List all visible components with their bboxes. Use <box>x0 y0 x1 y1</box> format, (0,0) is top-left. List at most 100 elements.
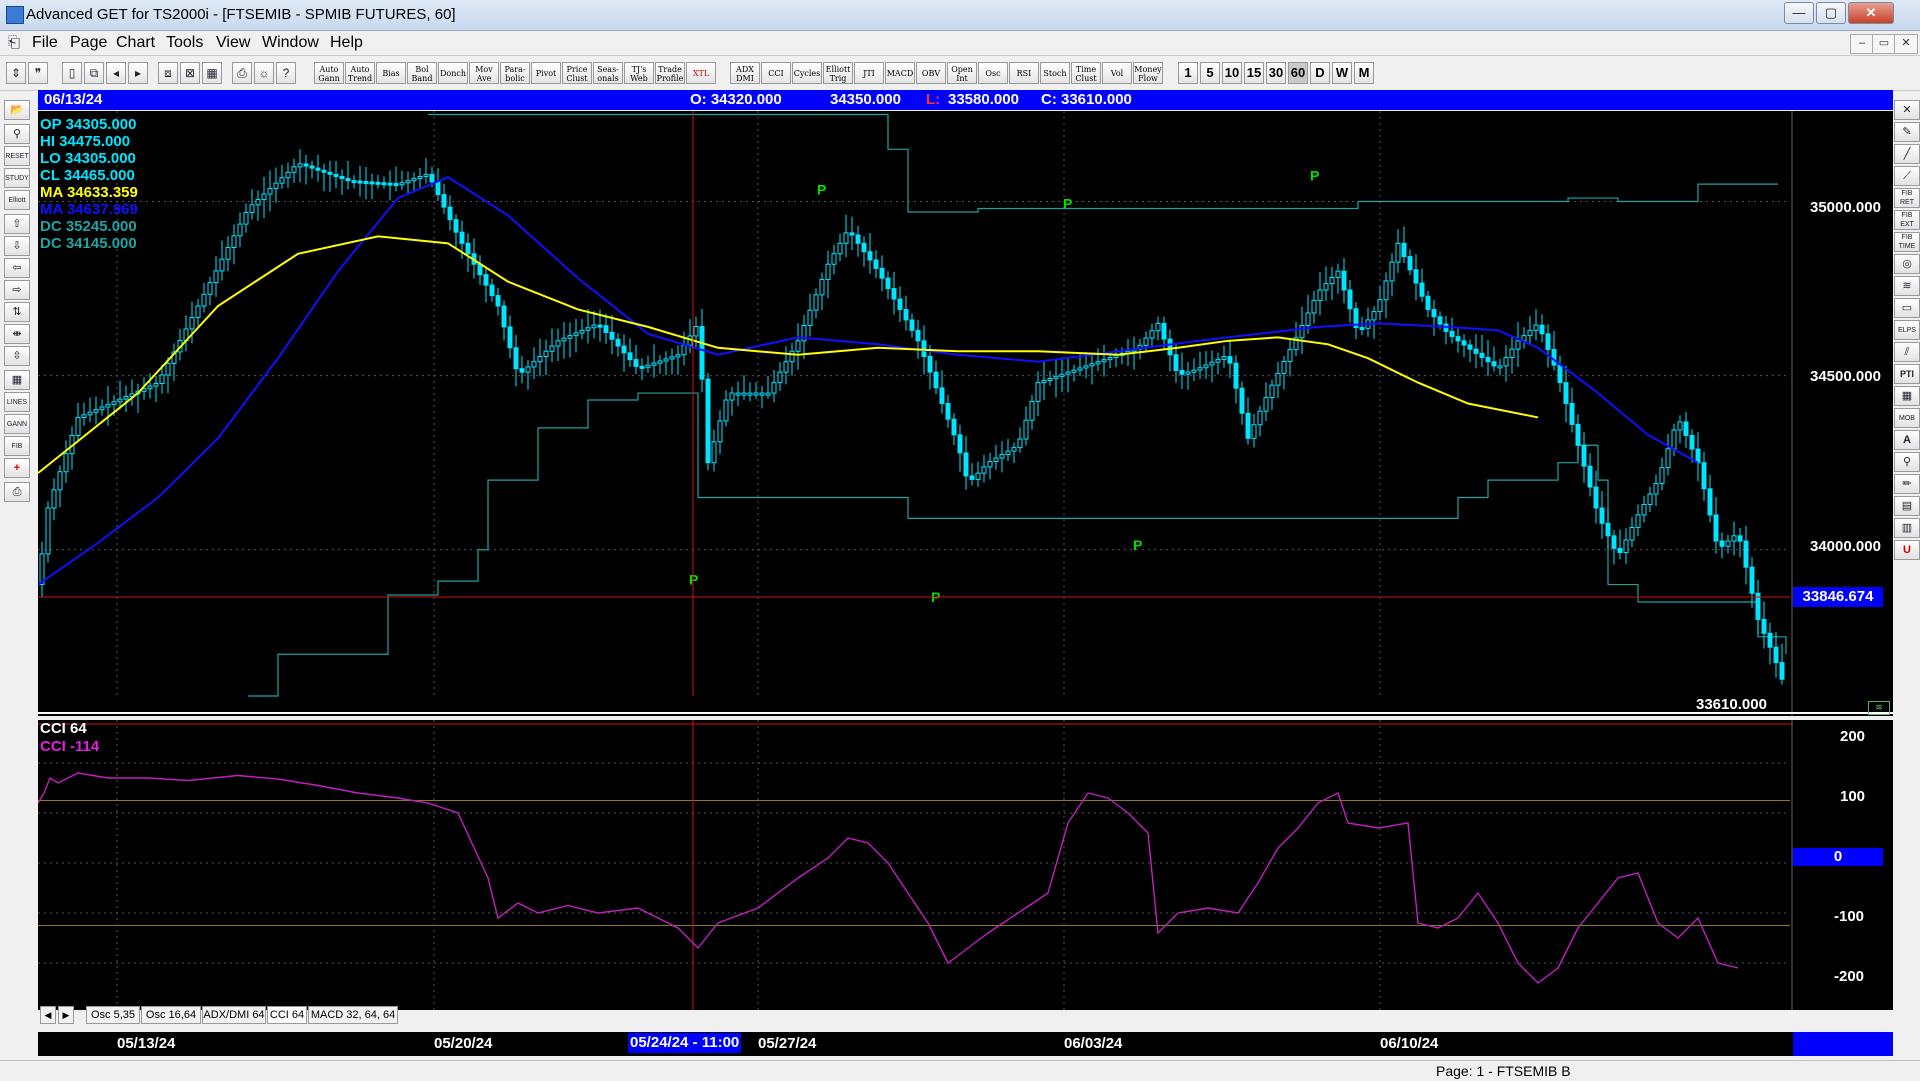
cci-pane[interactable]: CCI 64 CCI -114 200 100 0 -100 -200 <box>38 720 1893 1010</box>
mdi-restore-button[interactable]: ▭ <box>1872 34 1896 54</box>
toolbar-auto-trend[interactable]: Auto Trend <box>345 62 375 84</box>
toolbar-bol-band[interactable]: Bol Band <box>407 62 437 84</box>
fib-icon[interactable]: FIB <box>4 436 30 456</box>
back-icon[interactable]: ◂ <box>106 62 126 84</box>
study-icon[interactable]: STUDY <box>4 168 30 188</box>
expand-vertical-icon[interactable]: ⇅ <box>4 302 30 322</box>
down-arrow-icon[interactable]: ⇩ <box>4 236 30 256</box>
toolbar-auto-gann[interactable]: Auto Gann <box>314 62 344 84</box>
restore-button[interactable]: ▢ <box>1816 2 1846 24</box>
toolbar-osc[interactable]: Osc <box>978 62 1008 84</box>
reset-icon[interactable]: RESET <box>4 146 30 166</box>
mdi-close-button[interactable]: ✕ <box>1894 34 1918 54</box>
text-tool-icon[interactable]: A <box>1894 430 1920 450</box>
interval-m-button[interactable]: M <box>1354 62 1374 84</box>
menu-tools[interactable]: Tools <box>166 34 203 52</box>
toolbar-money-flow[interactable]: Money Flow <box>1133 62 1163 84</box>
pencil-icon[interactable]: ✏ <box>1894 474 1920 494</box>
forward-icon[interactable]: ▸ <box>128 62 148 84</box>
left-arrow-icon[interactable]: ⇦ <box>4 258 30 278</box>
help-icon[interactable]: ? <box>276 62 296 84</box>
channel-tool-icon[interactable]: ⫽ <box>1894 342 1920 362</box>
toolbar-price-clust[interactable]: Price Clust <box>562 62 592 84</box>
trend-tool-icon[interactable]: ⟋ <box>1894 166 1920 186</box>
toolbar-mov-ave[interactable]: Mov Ave <box>469 62 499 84</box>
pti-icon[interactable]: PTI <box>1894 364 1920 384</box>
ellipse-tool-icon[interactable]: ELPS <box>1894 320 1920 340</box>
box-tool-icon[interactable]: ▭ <box>1894 298 1920 318</box>
fib-extension-icon[interactable]: FIB EXT <box>1894 210 1920 230</box>
toolbar-vol[interactable]: Vol <box>1102 62 1132 84</box>
fib-time-icon[interactable]: FIB TIME <box>1894 232 1920 252</box>
bulb-icon[interactable]: ☼ <box>254 62 274 84</box>
toolbar-bias[interactable]: Bias <box>376 62 406 84</box>
toolbar-pivot[interactable]: Pivot <box>531 62 561 84</box>
lines-icon[interactable]: LINES <box>4 392 30 412</box>
fan-tool-icon[interactable]: ≋ <box>1894 276 1920 296</box>
toolbar-seasonals[interactable]: Seas-onals <box>593 62 623 84</box>
close-button[interactable]: ✕ <box>1848 2 1894 24</box>
interval-10-button[interactable]: 10 <box>1222 62 1242 84</box>
notes-icon[interactable]: ▥ <box>1894 518 1920 538</box>
minimize-button[interactable]: — <box>1784 2 1814 24</box>
print-icon[interactable]: ⎙ <box>232 62 252 84</box>
cursor-icon[interactable]: ⇕ <box>6 62 26 84</box>
cci-chart-canvas[interactable] <box>38 720 1893 1010</box>
toolbar-trade-profile[interactable]: Trade Profile <box>655 62 685 84</box>
up-arrow-icon[interactable]: ⇧ <box>4 214 30 234</box>
tab-scroll-left-icon[interactable]: ◀ <box>40 1006 56 1024</box>
price-chart-canvas[interactable]: PPPPPP <box>38 111 1893 716</box>
zoom-icon[interactable]: ⚲ <box>4 124 30 144</box>
toolbar-macd[interactable]: MACD <box>885 62 915 84</box>
interval-30-button[interactable]: 30 <box>1266 62 1286 84</box>
toolbar-xtl[interactable]: XTL <box>686 62 716 84</box>
tab-osc-16-64[interactable]: Osc 16,64 <box>141 1006 201 1024</box>
interval-d-button[interactable]: D <box>1310 62 1330 84</box>
toolbar-stoch[interactable]: Stoch <box>1040 62 1070 84</box>
menu-help[interactable]: Help <box>330 34 363 52</box>
grid-toggle-icon[interactable]: ▦ <box>4 370 30 390</box>
compress-icon[interactable]: ⇳ <box>4 346 30 366</box>
right-arrow-icon[interactable]: ⇨ <box>4 280 30 300</box>
menu-window[interactable]: Window <box>262 34 319 52</box>
expand-horizontal-icon[interactable]: ⇼ <box>4 324 30 344</box>
delete-icon[interactable]: ✕ <box>1894 100 1920 120</box>
line-tool-icon[interactable]: ╱ <box>1894 144 1920 164</box>
quote-icon[interactable]: ❞ <box>28 62 48 84</box>
cycle-tool-icon[interactable]: ◎ <box>1894 254 1920 274</box>
mdi-minimize-button[interactable]: – <box>1850 34 1874 54</box>
template-icon[interactable]: ▤ <box>1894 496 1920 516</box>
crosshair-icon[interactable]: + <box>4 458 30 478</box>
toolbar-time-clust[interactable]: Time Clust <box>1071 62 1101 84</box>
menu-file[interactable]: File <box>32 34 58 52</box>
tab-scroll-right-icon[interactable]: ▶ <box>58 1006 74 1024</box>
toolbar-rsi[interactable]: RSI <box>1009 62 1039 84</box>
toolbar-donch[interactable]: Donch <box>438 62 468 84</box>
toolbar-elliott-trig[interactable]: Elliott Trig <box>823 62 853 84</box>
gann-icon[interactable]: GANN <box>4 414 30 434</box>
toolbar-jti[interactable]: JTI <box>854 62 884 84</box>
toolbar-adx-dmi[interactable]: ADX DMI <box>730 62 760 84</box>
copy-icon[interactable]: ⧉ <box>84 62 104 84</box>
scale-icon[interactable]: ≋ <box>1868 701 1890 715</box>
menu-chart[interactable]: Chart <box>116 34 155 52</box>
undo-icon[interactable]: U <box>1894 540 1920 560</box>
toolbar-tjs-web[interactable]: TJ's Web <box>624 62 654 84</box>
mob-icon[interactable]: MOB <box>1894 408 1920 428</box>
tab-macd[interactable]: MACD 32, 64, 64 <box>308 1006 398 1024</box>
elliott-icon[interactable]: Elliott <box>4 190 30 210</box>
grid-tool-icon[interactable]: ▦ <box>1894 386 1920 406</box>
open-icon[interactable]: 📂 <box>4 100 30 120</box>
tab-osc-5-35[interactable]: Osc 5,35 <box>86 1006 140 1024</box>
tile-icon[interactable]: ▦ <box>202 62 222 84</box>
magnifier-icon[interactable]: ⚲ <box>1894 452 1920 472</box>
interval-w-button[interactable]: W <box>1332 62 1352 84</box>
menu-view[interactable]: View <box>216 34 250 52</box>
interval-60-button[interactable]: 60 <box>1288 62 1308 84</box>
interval-1-button[interactable]: 1 <box>1178 62 1198 84</box>
menu-page[interactable]: Page <box>70 34 107 52</box>
interval-15-button[interactable]: 15 <box>1244 62 1264 84</box>
print-chart-icon[interactable]: ⎙ <box>4 482 30 502</box>
windows-icon[interactable]: ⧈ <box>158 62 178 84</box>
tab-cci-64[interactable]: CCI 64 <box>267 1006 307 1024</box>
